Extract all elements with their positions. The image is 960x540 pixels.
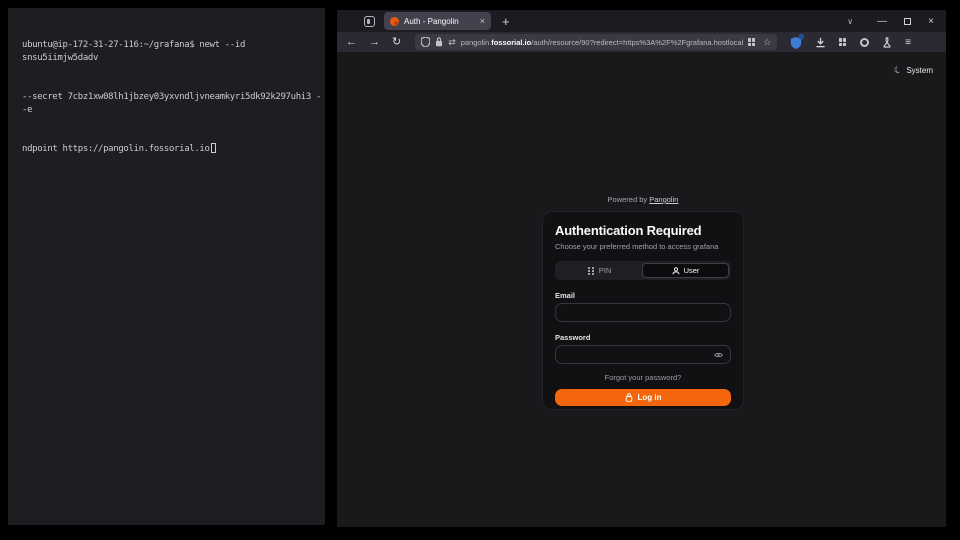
page-content: ☾ System Powered by Pangolin Authenticat… <box>337 52 946 527</box>
ublock-badge <box>799 34 804 39</box>
user-icon <box>672 267 680 275</box>
terminal-window[interactable]: ubuntu@ip-172-31-27-116:~/grafana$ newt … <box>8 8 325 525</box>
new-tab-button[interactable]: + <box>502 15 510 28</box>
theme-toggle-label: System <box>906 66 933 75</box>
browser-toolbar: ← → ↻ ⇄ pangolin.fossorial.io/auth/resou… <box>337 32 946 52</box>
reload-button[interactable]: ↻ <box>392 37 401 48</box>
browser-tab-auth-pangolin[interactable]: Auth - Pangolin × <box>384 12 491 30</box>
password-field[interactable] <box>555 345 731 364</box>
forward-button[interactable]: → <box>369 37 380 48</box>
menu-icon[interactable]: ≡ <box>905 37 911 48</box>
url-bar[interactable]: ⇄ pangolin.fossorial.io/auth/resource/90… <box>415 34 777 50</box>
lock-icon[interactable] <box>435 37 443 47</box>
maximize-button[interactable] <box>904 18 911 25</box>
bookmark-star-icon[interactable]: ☆ <box>763 37 771 48</box>
pangolin-link[interactable]: Pangolin <box>649 195 678 204</box>
browser-window: Auth - Pangolin × + ∨ — × ← → ↻ ⇄ pangol… <box>337 10 946 527</box>
email-field[interactable] <box>555 303 731 322</box>
list-all-tabs-icon[interactable]: ∨ <box>847 17 853 26</box>
back-button[interactable]: ← <box>346 37 357 48</box>
email-label: Email <box>555 291 731 300</box>
pin-keypad-icon <box>588 267 595 274</box>
show-password-eye-icon[interactable] <box>714 351 723 359</box>
window-controls: — × <box>877 16 934 27</box>
theme-toggle[interactable]: ☾ System <box>894 65 933 76</box>
extensions-icon[interactable] <box>839 38 847 46</box>
privacy-ring-icon[interactable] <box>860 38 869 47</box>
forgot-password-link[interactable]: Forgot your password? <box>555 373 731 382</box>
url-text: pangolin.fossorial.io/auth/resource/90?r… <box>461 38 744 47</box>
tab-user[interactable]: User <box>642 263 729 278</box>
password-label: Password <box>555 333 731 342</box>
downloads-icon[interactable] <box>815 37 826 48</box>
toolbar-extension-icons: ≡ <box>790 36 911 48</box>
auth-method-tabs: PIN User <box>555 261 731 280</box>
terminal-cursor <box>211 143 216 153</box>
close-tab-icon[interactable]: × <box>480 17 485 26</box>
browser-tab-bar: Auth - Pangolin × + ∨ — × <box>337 10 946 32</box>
card-title: Authentication Required <box>555 223 731 238</box>
swap-arrows-icon[interactable]: ⇄ <box>448 37 456 48</box>
moon-icon: ☾ <box>893 64 904 77</box>
ublock-origin-icon[interactable] <box>790 36 802 48</box>
minimize-button[interactable]: — <box>877 16 887 27</box>
shortcuts-grid-icon[interactable] <box>748 38 756 46</box>
pangolin-favicon-icon <box>390 17 399 26</box>
close-window-button[interactable]: × <box>928 16 934 27</box>
card-subtitle: Choose your preferred method to access g… <box>555 242 731 251</box>
flask-icon[interactable] <box>882 37 892 48</box>
tab-pin[interactable]: PIN <box>557 263 642 278</box>
terminal-line: --secret 7cbz1xw08lh1jbzey03yxvndljvneam… <box>22 91 323 117</box>
firefox-view-icon[interactable] <box>364 16 375 27</box>
tracking-shield-icon[interactable] <box>421 37 430 47</box>
terminal-line: ndpoint https://pangolin.fossorial.io <box>22 143 323 156</box>
powered-by: Powered by Pangolin <box>542 195 744 204</box>
auth-card: Authentication Required Choose your pref… <box>542 211 744 410</box>
terminal-output: ubuntu@ip-172-31-27-116:~/grafana$ newt … <box>8 8 325 182</box>
tab-title: Auth - Pangolin <box>404 17 480 26</box>
login-button[interactable]: Log in <box>555 389 731 406</box>
login-lock-icon <box>625 393 633 402</box>
terminal-line: ubuntu@ip-172-31-27-116:~/grafana$ newt … <box>22 39 323 65</box>
